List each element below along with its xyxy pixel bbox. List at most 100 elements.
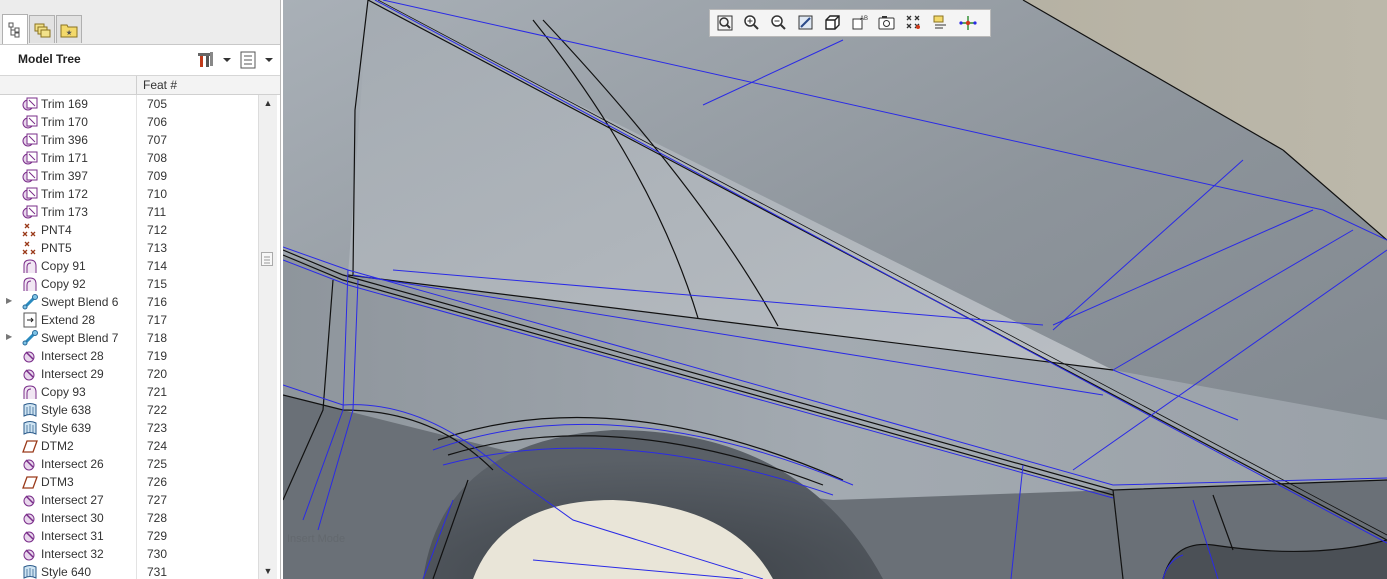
trim-icon xyxy=(22,205,38,219)
tree-row[interactable]: Intersect 27 727 xyxy=(0,491,258,509)
chevron-down-icon xyxy=(265,58,273,62)
intersect-icon xyxy=(23,531,35,543)
feature-name: Intersect 29 xyxy=(41,367,104,381)
tree-row[interactable]: Style 639 723 xyxy=(0,419,258,437)
tree-column-header: Feat # xyxy=(0,76,280,95)
tree-row[interactable]: Copy 93 721 xyxy=(0,383,258,401)
scrollbar-thumb[interactable] xyxy=(261,252,273,266)
layers-tab[interactable] xyxy=(29,15,55,43)
feature-name: Intersect 32 xyxy=(41,547,104,561)
tree-row[interactable]: Copy 92 715 xyxy=(0,275,258,293)
view-toolbar: AB xyxy=(709,9,991,37)
feature-name: Copy 92 xyxy=(41,277,86,291)
feature-name: Trim 397 xyxy=(41,169,88,183)
feature-number: 707 xyxy=(147,133,168,147)
tree-row[interactable]: Intersect 26 725 xyxy=(0,455,258,473)
tree-row[interactable]: Trim 173 711 xyxy=(0,203,258,221)
feature-number: 706 xyxy=(147,115,168,129)
settings-tools-icon xyxy=(198,52,213,67)
tree-row[interactable]: Trim 172 710 xyxy=(0,185,258,203)
feature-number: 711 xyxy=(147,205,167,219)
tree-row[interactable]: Extend 28 717 xyxy=(0,311,258,329)
tree-row[interactable]: Trim 169 705 xyxy=(0,95,258,113)
intersect-icon xyxy=(23,351,35,363)
tree-row[interactable]: Intersect 30 728 xyxy=(0,509,258,527)
grip-icon xyxy=(264,256,270,264)
feature-number: 731 xyxy=(147,565,168,579)
tree-row[interactable]: Trim 397 709 xyxy=(0,167,258,185)
tree-row[interactable]: ▶ Swept Blend 7 718 xyxy=(0,329,258,347)
tree-row[interactable]: Intersect 28 719 xyxy=(0,347,258,365)
model-surface-render xyxy=(283,0,1387,579)
style-icon xyxy=(23,403,37,417)
tree-scrollbar[interactable]: ▲ ▼ xyxy=(258,95,277,579)
svg-text:AB: AB xyxy=(860,16,868,22)
tree-row[interactable]: Intersect 31 729 xyxy=(0,527,258,545)
feature-number: 719 xyxy=(147,349,168,363)
favorites-tab-icon xyxy=(60,24,78,37)
feature-number: 712 xyxy=(147,223,168,237)
favorites-tab[interactable] xyxy=(56,15,82,43)
refit-button[interactable] xyxy=(712,11,738,35)
zoom-out-button[interactable] xyxy=(766,11,792,35)
spin-center-icon xyxy=(959,16,977,30)
feature-name: PNT4 xyxy=(41,223,72,237)
feature-number: 705 xyxy=(147,97,168,111)
tree-settings-button[interactable] xyxy=(196,50,232,70)
extend-icon xyxy=(23,312,37,328)
list-options-icon xyxy=(240,51,256,69)
tree-row[interactable]: DTM3 726 xyxy=(0,473,258,491)
feature-name: Trim 171 xyxy=(41,151,88,165)
feature-number: 718 xyxy=(147,331,168,345)
feature-name: Intersect 26 xyxy=(41,457,104,471)
datum-display-button[interactable] xyxy=(901,11,927,35)
feature-name: Swept Blend 7 xyxy=(41,331,119,345)
model-tree-list: Trim 169 705 Trim 170 706 Trim 396 707 Trim 17… xyxy=(0,95,258,579)
tree-row[interactable]: Trim 170 706 xyxy=(0,113,258,131)
tree-row[interactable]: PNT5 713 xyxy=(0,239,258,257)
tree-row[interactable]: Style 638 722 xyxy=(0,401,258,419)
spin-center-button[interactable] xyxy=(955,11,981,35)
intersect-icon xyxy=(23,459,35,471)
intersect-icon xyxy=(23,549,35,561)
datum-point-icon xyxy=(22,223,36,237)
feature-name: Copy 91 xyxy=(41,259,86,273)
tree-row[interactable]: PNT4 712 xyxy=(0,221,258,239)
feature-name: Swept Blend 6 xyxy=(41,295,119,309)
expand-arrow-icon[interactable]: ▶ xyxy=(6,296,12,305)
show-options-button[interactable] xyxy=(240,50,274,70)
column-divider[interactable] xyxy=(136,76,137,94)
panel-tab-bar xyxy=(0,0,280,45)
scroll-up-arrow-icon[interactable]: ▲ xyxy=(259,95,277,111)
zoom-in-button[interactable] xyxy=(739,11,765,35)
tree-row[interactable]: Copy 91 714 xyxy=(0,257,258,275)
tree-row[interactable]: Trim 171 708 xyxy=(0,149,258,167)
trim-icon xyxy=(22,133,38,147)
feature-name: Extend 28 xyxy=(41,313,96,327)
tree-row[interactable]: Style 640 731 xyxy=(0,563,258,579)
feature-number: 710 xyxy=(147,187,168,201)
tree-row[interactable]: Intersect 32 730 xyxy=(0,545,258,563)
expand-arrow-icon[interactable]: ▶ xyxy=(6,332,12,341)
tree-row[interactable]: Trim 396 707 xyxy=(0,131,258,149)
display-style-button[interactable] xyxy=(820,11,846,35)
model-tree-tab[interactable] xyxy=(2,14,28,44)
feat-number-column-header[interactable]: Feat # xyxy=(143,78,177,92)
repaint-button[interactable] xyxy=(793,11,819,35)
scroll-down-arrow-icon[interactable]: ▼ xyxy=(259,563,277,579)
annotation-display-icon xyxy=(933,15,946,29)
feature-name: Trim 169 xyxy=(41,97,88,111)
view-manager-button[interactable] xyxy=(874,11,900,35)
feature-number: 726 xyxy=(147,475,168,489)
copy-icon xyxy=(23,259,37,273)
graphics-viewport[interactable]: AB Insert Mode xyxy=(283,0,1387,579)
tree-row[interactable]: ▶ Swept Blend 6 716 xyxy=(0,293,258,311)
style-icon xyxy=(23,421,37,435)
tree-row[interactable]: DTM2 724 xyxy=(0,437,258,455)
tree-row[interactable]: Intersect 29 720 xyxy=(0,365,258,383)
saved-orientations-button[interactable]: AB xyxy=(847,11,873,35)
datum-plane-icon xyxy=(22,476,38,489)
feature-number: 730 xyxy=(147,547,168,561)
trim-icon xyxy=(22,187,38,201)
annotation-display-button[interactable] xyxy=(928,11,954,35)
